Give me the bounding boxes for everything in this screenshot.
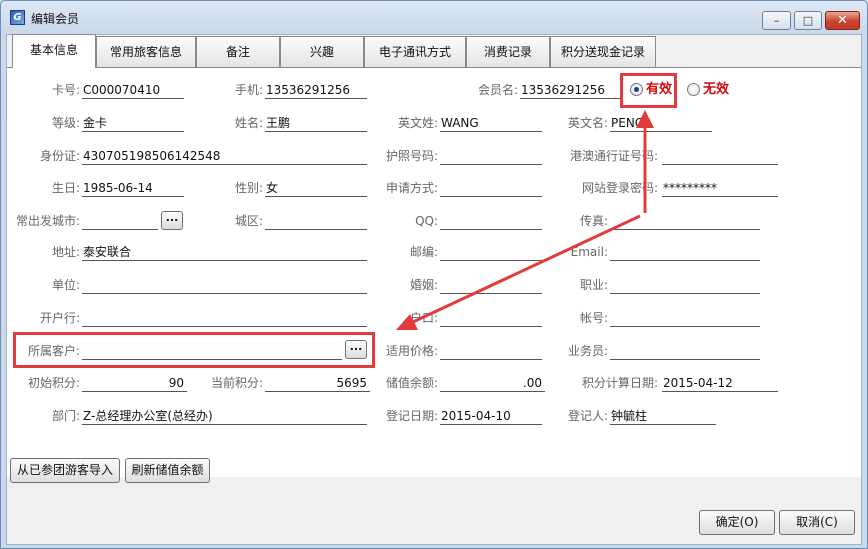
refresh-balance-button[interactable]: 刷新储值余额 (125, 458, 210, 483)
mobile-field[interactable]: 13536291256 (265, 81, 367, 99)
app-icon: G (10, 10, 25, 25)
name-label: 姓名: (234, 116, 263, 130)
en-name-field[interactable]: PENG (610, 114, 712, 132)
balance-field[interactable]: .00 (440, 374, 545, 392)
minimize-button[interactable]: – (762, 11, 791, 30)
tab-points-cash-records[interactable]: 积分送现金记录 (550, 36, 656, 67)
passport-label: 护照号码: (385, 149, 438, 163)
maximize-icon: □ (802, 14, 814, 27)
hukou-label: 户口: (409, 311, 438, 325)
district-field[interactable] (265, 212, 367, 230)
salesman-label: 业务员: (567, 344, 608, 358)
close-button[interactable]: ✕ (825, 11, 860, 30)
name-field[interactable]: 王鹏 (265, 114, 367, 132)
company-field[interactable] (82, 276, 367, 294)
gender-field[interactable]: 女 (265, 179, 367, 197)
tab-interests[interactable]: 兴趣 (280, 36, 364, 67)
points-date-label: 积分计算日期: (581, 376, 658, 390)
account-label: 帐号: (579, 311, 608, 325)
import-from-tour-button[interactable]: 从已参团游客导入 (10, 458, 120, 483)
status-valid-label[interactable]: 有效 (646, 81, 672, 99)
apply-method-field[interactable] (440, 179, 542, 197)
client-field[interactable] (82, 342, 342, 360)
department-field[interactable]: Z-总经理办公室(总经办) (82, 407, 367, 425)
hk-macau-pass-label: 港澳通行证号码: (569, 149, 658, 163)
marriage-field[interactable] (440, 276, 542, 294)
birthday-field[interactable]: 1985-06-14 (82, 179, 184, 197)
registrar-label: 登记人: (567, 409, 608, 423)
qq-field[interactable] (440, 212, 542, 230)
account-field[interactable] (610, 309, 760, 327)
bank-label: 开户行: (39, 311, 80, 325)
card-no-field[interactable]: C000070410 (82, 81, 184, 99)
tab-notes[interactable]: 备注 (196, 36, 280, 67)
ok-button[interactable]: 确定(O) (699, 510, 775, 535)
dep-city-field[interactable] (82, 212, 158, 230)
member-name-field[interactable]: 13536291256 (520, 81, 620, 99)
price-label: 适用价格: (385, 344, 438, 358)
bank-field[interactable] (82, 309, 367, 327)
gender-label: 性别: (234, 181, 263, 195)
hk-macau-pass-field[interactable] (662, 147, 778, 165)
address-field[interactable]: 泰安联合 (82, 243, 367, 261)
tab-electronic-contact[interactable]: 电子通讯方式 (364, 36, 466, 67)
window-title: 编辑会员 (31, 12, 80, 26)
points-date-field[interactable]: 2015-04-12 (662, 374, 778, 392)
en-surname-label: 英文姓: (397, 116, 438, 130)
marriage-label: 婚姻: (409, 278, 438, 292)
department-label: 部门: (51, 409, 80, 423)
init-points-field[interactable]: 90 (82, 374, 187, 392)
minimize-icon: – (773, 14, 780, 27)
reg-date-label: 登记日期: (385, 409, 438, 423)
postcode-field[interactable] (440, 243, 542, 261)
en-name-label: 英文名: (567, 116, 608, 130)
cur-points-label: 当前积分: (210, 376, 263, 390)
tab-consumption-records[interactable]: 消费记录 (466, 36, 550, 67)
dep-city-label: 常出发城市: (15, 214, 80, 228)
balance-label: 储值余额: (385, 376, 438, 390)
postcode-label: 邮编: (409, 245, 438, 259)
fax-label: 传真: (579, 214, 608, 228)
registrar-field[interactable]: 钟毓柱 (610, 407, 716, 425)
card-no-label: 卡号: (51, 83, 80, 97)
dep-city-browse-button[interactable]: ... (161, 211, 183, 230)
price-field[interactable] (440, 342, 542, 360)
apply-method-label: 申请方式: (385, 181, 438, 195)
web-password-label: 网站登录密码: (581, 181, 658, 195)
qq-label: QQ: (415, 214, 438, 228)
mobile-label: 手机: (234, 83, 263, 97)
level-label: 等级: (51, 116, 80, 130)
status-invalid-label[interactable]: 无效 (703, 81, 729, 99)
email-field[interactable] (610, 243, 760, 261)
cur-points-field[interactable]: 5695 (265, 374, 370, 392)
salesman-field[interactable] (610, 342, 760, 360)
level-field[interactable]: 金卡 (82, 114, 184, 132)
cancel-button[interactable]: 取消(C) (779, 510, 855, 535)
init-points-label: 初始积分: (27, 376, 80, 390)
occupation-label: 职业: (579, 278, 608, 292)
en-surname-field[interactable]: WANG (440, 114, 542, 132)
reg-date-field[interactable]: 2015-04-10 (440, 407, 542, 425)
title-bar[interactable]: G 编辑会员 – □ ✕ (1, 1, 867, 33)
occupation-field[interactable] (610, 276, 760, 294)
web-password-field[interactable]: ********* (662, 179, 778, 197)
client-label: 所属客户: (27, 344, 80, 358)
district-label: 城区: (234, 214, 263, 228)
birthday-label: 生日: (51, 181, 80, 195)
id-card-label: 身份证: (39, 149, 80, 163)
passport-field[interactable] (440, 147, 542, 165)
id-card-field[interactable]: 430705198506142548 (82, 147, 367, 165)
maximize-button[interactable]: □ (794, 11, 822, 30)
tab-basic-info[interactable]: 基本信息 (12, 34, 96, 68)
company-label: 单位: (51, 278, 80, 292)
tab-frequent-travelers[interactable]: 常用旅客信息 (96, 36, 196, 67)
close-icon: ✕ (837, 13, 848, 28)
status-invalid-radio[interactable] (687, 83, 700, 96)
email-label: Email: (570, 245, 608, 259)
address-label: 地址: (51, 245, 80, 259)
member-name-label: 会员名: (477, 83, 518, 97)
status-valid-radio[interactable] (630, 83, 643, 96)
fax-field[interactable] (610, 212, 760, 230)
hukou-field[interactable] (440, 309, 542, 327)
